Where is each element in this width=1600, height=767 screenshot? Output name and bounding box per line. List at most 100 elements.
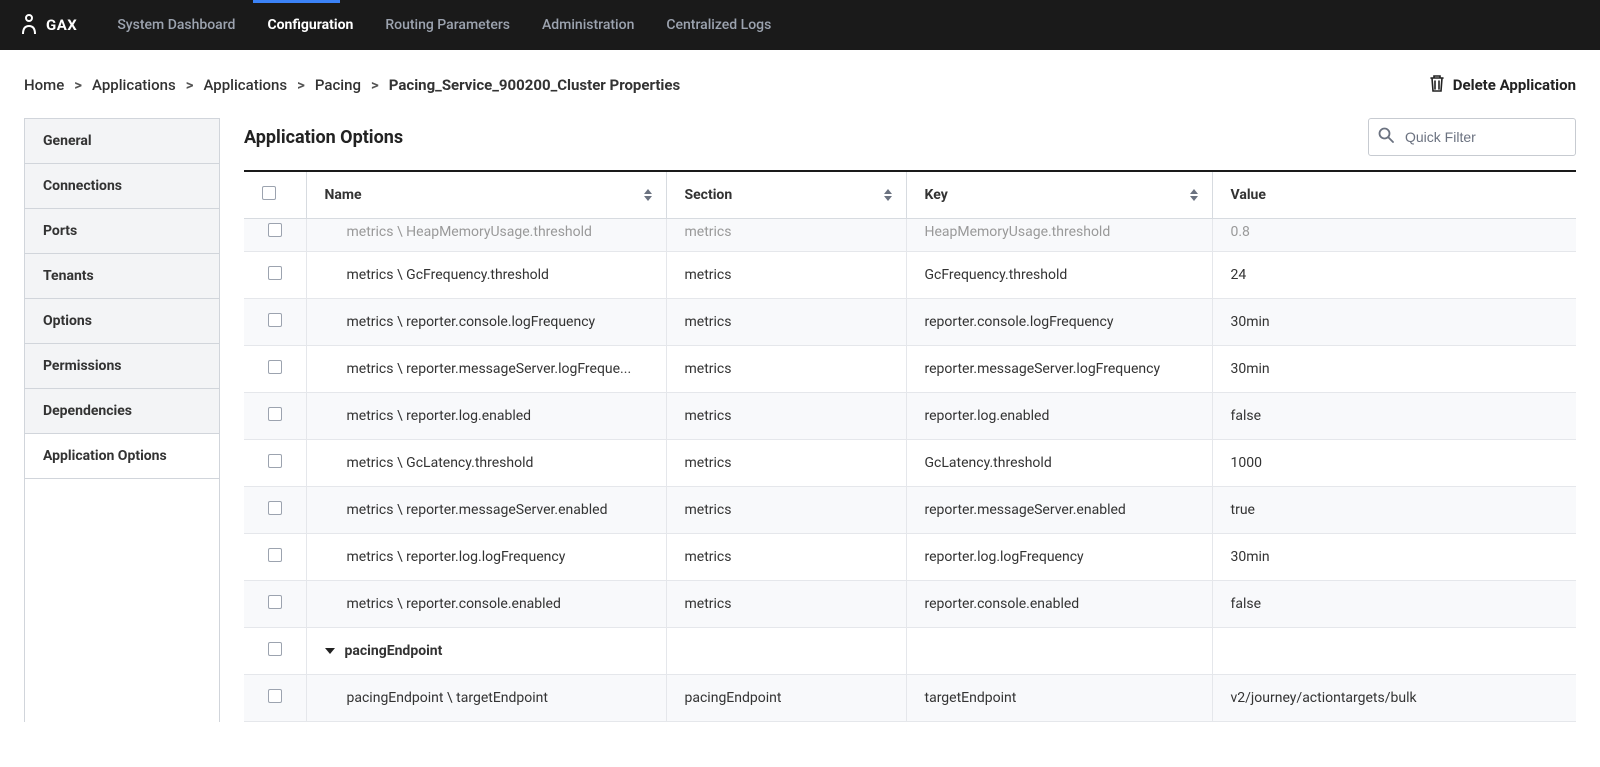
cell-name: pacingEndpoint [306, 628, 666, 675]
sidebar-item-tenants[interactable]: Tenants [25, 254, 219, 299]
cell-section: metrics [666, 487, 906, 534]
content-header: Application Options [244, 118, 1576, 156]
breadcrumb: Home>Applications>Applications>Pacing>Pa… [24, 76, 680, 94]
sidebar: GeneralConnectionsPortsTenantsOptionsPer… [24, 118, 220, 722]
row-checkbox[interactable] [268, 501, 282, 515]
sort-icon [884, 189, 892, 201]
cell-key: HeapMemoryUsage.threshold [906, 219, 1212, 252]
nav-item-system-dashboard[interactable]: System Dashboard [101, 0, 251, 50]
breadcrumb-item[interactable]: Applications [203, 76, 287, 94]
table-row[interactable]: metrics \ reporter.console.enabledmetric… [244, 581, 1576, 628]
main-area: GeneralConnectionsPortsTenantsOptionsPer… [0, 118, 1600, 722]
table-row[interactable]: metrics \ GcLatency.thresholdmetricsGcLa… [244, 440, 1576, 487]
row-checkbox[interactable] [268, 223, 282, 237]
cell-checkbox [244, 581, 306, 628]
column-name[interactable]: Name [306, 171, 666, 219]
row-checkbox[interactable] [268, 313, 282, 327]
logo-icon [20, 14, 38, 36]
cell-value: v2/journey/actiontargets/bulk [1212, 675, 1576, 722]
sidebar-item-general[interactable]: General [25, 119, 219, 164]
nav-item-centralized-logs[interactable]: Centralized Logs [650, 0, 787, 50]
cell-section: metrics [666, 581, 906, 628]
row-checkbox[interactable] [268, 548, 282, 562]
cell-checkbox [244, 628, 306, 675]
table-row[interactable]: pacingEndpoint \ targetEndpointpacingEnd… [244, 675, 1576, 722]
logo[interactable]: GAX [20, 14, 77, 36]
cell-name: metrics \ GcLatency.threshold [306, 440, 666, 487]
table-row[interactable]: metrics \ reporter.log.logFrequencymetri… [244, 534, 1576, 581]
nav-item-routing-parameters[interactable]: Routing Parameters [369, 0, 526, 50]
delete-label: Delete Application [1453, 76, 1576, 94]
table-row[interactable]: metrics \ reporter.console.logFrequencym… [244, 299, 1576, 346]
nav-item-administration[interactable]: Administration [526, 0, 650, 50]
sidebar-item-connections[interactable]: Connections [25, 164, 219, 209]
breadcrumb-item[interactable]: Home [24, 76, 64, 94]
cell-value: 30min [1212, 299, 1576, 346]
nav-item-configuration[interactable]: Configuration [251, 0, 369, 50]
breadcrumb-item[interactable]: Pacing [315, 76, 361, 94]
cell-key: GcLatency.threshold [906, 440, 1212, 487]
breadcrumb-item: Pacing_Service_900200_Cluster Properties [389, 76, 680, 94]
options-table: Name Section Key Value metrics \ HeapMem… [244, 170, 1576, 722]
table-row[interactable]: metrics \ reporter.messageServer.enabled… [244, 487, 1576, 534]
cell-checkbox [244, 252, 306, 299]
table-row[interactable]: pacingEndpoint [244, 628, 1576, 675]
cell-value: 24 [1212, 252, 1576, 299]
sidebar-item-dependencies[interactable]: Dependencies [25, 389, 219, 434]
cell-value: 30min [1212, 534, 1576, 581]
column-key[interactable]: Key [906, 171, 1212, 219]
cell-section: metrics [666, 252, 906, 299]
sidebar-item-permissions[interactable]: Permissions [25, 344, 219, 389]
table-row[interactable]: metrics \ reporter.messageServer.logFreq… [244, 346, 1576, 393]
select-all-checkbox[interactable] [262, 186, 276, 200]
cell-key: reporter.console.enabled [906, 581, 1212, 628]
sidebar-item-application-options[interactable]: Application Options [25, 434, 219, 479]
column-value[interactable]: Value [1212, 171, 1576, 219]
table-body: metrics \ HeapMemoryUsage.thresholdmetri… [244, 219, 1576, 722]
table-row[interactable]: metrics \ GcFrequency.thresholdmetricsGc… [244, 252, 1576, 299]
sidebar-item-ports[interactable]: Ports [25, 209, 219, 254]
cell-section: metrics [666, 346, 906, 393]
cell-section: metrics [666, 393, 906, 440]
filter-wrap [1368, 118, 1576, 156]
cell-key [906, 628, 1212, 675]
cell-section: metrics [666, 299, 906, 346]
delete-application-button[interactable]: Delete Application [1429, 74, 1576, 96]
row-checkbox[interactable] [268, 595, 282, 609]
cell-name: metrics \ reporter.log.logFrequency [306, 534, 666, 581]
caret-down-icon[interactable] [325, 648, 335, 654]
table-row[interactable]: metrics \ HeapMemoryUsage.thresholdmetri… [244, 219, 1576, 252]
table-row[interactable]: metrics \ reporter.log.enabledmetricsrep… [244, 393, 1576, 440]
content: Application Options Name Section Key Val… [244, 118, 1576, 722]
quick-filter-input[interactable] [1368, 118, 1576, 156]
row-checkbox[interactable] [268, 407, 282, 421]
trash-icon [1429, 74, 1445, 96]
cell-key: reporter.messageServer.enabled [906, 487, 1212, 534]
row-checkbox[interactable] [268, 360, 282, 374]
cell-name: metrics \ HeapMemoryUsage.threshold [306, 219, 666, 252]
cell-value: 30min [1212, 346, 1576, 393]
cell-value: false [1212, 393, 1576, 440]
cell-section [666, 628, 906, 675]
nav-items: System DashboardConfigurationRouting Par… [101, 0, 787, 50]
cell-key: targetEndpoint [906, 675, 1212, 722]
sort-icon [1190, 189, 1198, 201]
row-checkbox[interactable] [268, 454, 282, 468]
sidebar-item-options[interactable]: Options [25, 299, 219, 344]
row-checkbox[interactable] [268, 266, 282, 280]
cell-name: metrics \ reporter.console.enabled [306, 581, 666, 628]
cell-checkbox [244, 534, 306, 581]
cell-name: metrics \ GcFrequency.threshold [306, 252, 666, 299]
column-section[interactable]: Section [666, 171, 906, 219]
search-icon [1378, 127, 1394, 147]
cell-section: metrics [666, 534, 906, 581]
column-checkbox [244, 171, 306, 219]
cell-key: GcFrequency.threshold [906, 252, 1212, 299]
cell-checkbox [244, 393, 306, 440]
breadcrumb-separator: > [186, 76, 194, 94]
breadcrumb-item[interactable]: Applications [92, 76, 176, 94]
top-navigation: GAX System DashboardConfigurationRouting… [0, 0, 1600, 50]
row-checkbox[interactable] [268, 642, 282, 656]
row-checkbox[interactable] [268, 689, 282, 703]
cell-value: 1000 [1212, 440, 1576, 487]
